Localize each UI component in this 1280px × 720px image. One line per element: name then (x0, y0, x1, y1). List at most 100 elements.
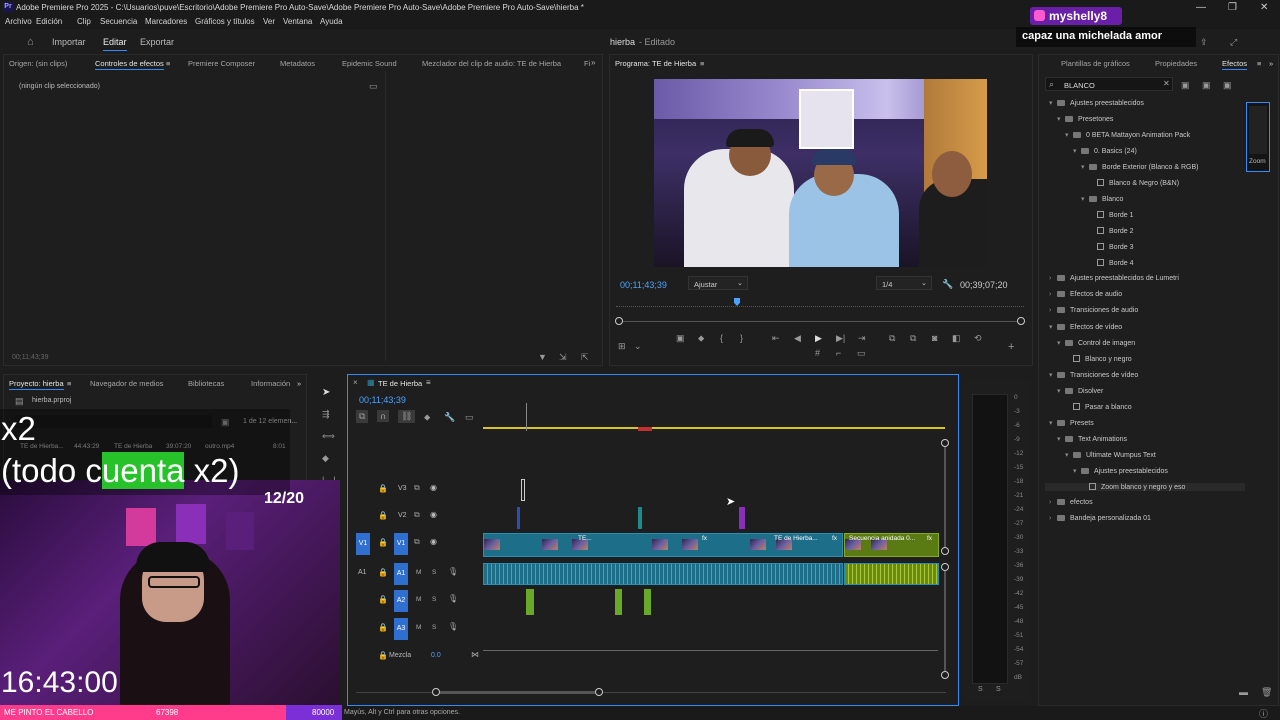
tab-epidemic-sound[interactable]: Epidemic Sound (342, 59, 397, 68)
chevron-down-icon[interactable]: ▾ (1049, 99, 1057, 107)
effect-folder-item[interactable]: ▾ Control de imagen (1057, 339, 1135, 347)
vr-icon[interactable]: ⟲ (974, 333, 982, 344)
project-menu-icon[interactable]: ≡ (67, 379, 71, 388)
chevron-right-icon[interactable]: › (1049, 307, 1057, 314)
eye-icon[interactable]: ◉ (430, 483, 437, 492)
expand-icon[interactable]: ⇱ (581, 352, 589, 363)
v1-nested-clip[interactable]: Secuencia anidada 0... fx (844, 533, 939, 557)
tab-fi[interactable]: Fi (584, 59, 590, 68)
program-ruler[interactable] (616, 301, 1024, 307)
add-button-icon[interactable]: + (1008, 341, 1014, 353)
vertical-zoom-bottom[interactable] (941, 671, 949, 679)
source-patch-a1[interactable]: A1 (358, 569, 367, 576)
lift-icon[interactable]: ▣ (676, 333, 685, 344)
selection-tool-icon[interactable]: ➤ (322, 387, 330, 398)
effect-folder-item[interactable]: ▾ Transiciones de vídeo (1049, 371, 1138, 379)
effect-folder-item[interactable]: ▾ Borde Exterior (Blanco & RGB) (1081, 163, 1198, 171)
tab-exportar[interactable]: Exportar (140, 37, 174, 47)
lock-icon[interactable]: 🔒 (378, 651, 388, 660)
vertical-zoom-top[interactable] (941, 439, 949, 447)
32bit-effects-icon[interactable]: ▣ (1202, 80, 1211, 91)
trash-icon[interactable]: 🗑 (1261, 687, 1272, 698)
zoom-handle-right[interactable] (1017, 317, 1025, 325)
effect-preset-item[interactable]: Blanco & Negro (B&N) (1089, 179, 1179, 187)
tab-bibliotecas[interactable]: Bibliotecas (188, 379, 224, 388)
lock-icon[interactable]: 🔒 (378, 484, 388, 493)
menu-ventana[interactable]: Ventana (283, 17, 312, 26)
linked-selection-icon[interactable]: ⛓ (398, 410, 416, 423)
v3-clip-marker[interactable] (521, 479, 525, 501)
preset-preview[interactable]: Zoom (1246, 102, 1270, 172)
program-timecode[interactable]: 00;11;43;39 (620, 280, 667, 290)
a1-nested-audio[interactable] (844, 563, 939, 585)
solo-button[interactable]: S (432, 624, 436, 631)
tab-navegador-medios[interactable]: Navegador de medios (90, 379, 163, 388)
tab-importar[interactable]: Importar (52, 37, 86, 47)
mix-nav-icon[interactable]: ⋈ (471, 650, 479, 659)
wrench-icon[interactable]: 🔧 (942, 279, 953, 290)
vertical-scroll-track[interactable] (944, 447, 946, 547)
effect-folder-item[interactable]: ▾ Ajustes preestablecidos (1073, 467, 1168, 475)
chevron-down-icon[interactable]: ▾ (1057, 339, 1065, 347)
chevron-down-icon[interactable]: ▾ (1057, 387, 1065, 395)
chevron-right-icon[interactable]: › (1049, 515, 1057, 522)
effect-folder-item[interactable]: ▾ Ultimate Wumpus Text (1065, 451, 1156, 459)
effect-folder-item[interactable]: ▾ Disolver (1057, 387, 1103, 395)
menu-ayuda[interactable]: Ayuda (320, 17, 343, 26)
nest-icon[interactable]: ⧉ (356, 410, 369, 423)
sequence-tab[interactable]: TE de Hierba (378, 379, 422, 388)
chevron-down-icon[interactable]: ▾ (1049, 419, 1057, 427)
tab-premiere-composer[interactable]: Premiere Composer (188, 59, 255, 68)
sequence-menu-icon[interactable]: ≡ (426, 378, 431, 387)
safe-margins-icon[interactable]: ⊞ (618, 341, 626, 352)
effect-folder-item[interactable]: › Efectos de audio (1049, 291, 1122, 298)
track-label-a3[interactable]: A3 (394, 618, 408, 640)
tab-propiedades[interactable]: Propiedades (1155, 59, 1197, 68)
lock-icon[interactable]: 🔒 (378, 623, 388, 632)
tab-editar[interactable]: Editar (103, 37, 127, 51)
compare-icon[interactable]: ◧ (952, 333, 961, 344)
export-frame-icon[interactable]: ⇲ (559, 352, 567, 363)
accelerated-effects-icon[interactable]: ▣ (1181, 80, 1190, 91)
vertical-zoom-mid[interactable] (941, 547, 949, 555)
program-menu-icon[interactable]: ≡ (700, 59, 704, 68)
chevron-down-icon[interactable]: ▾ (1081, 195, 1089, 203)
eye-icon[interactable]: ◉ (430, 537, 437, 546)
overwrite-icon[interactable]: ⧉ (910, 333, 916, 344)
v1-clip[interactable]: TE... fx TE de Hierba... fx (483, 533, 843, 557)
ripple-tool-icon[interactable]: ⟺ (322, 431, 335, 442)
tab-plantillas-graficos[interactable]: Plantillas de gráficos (1061, 59, 1130, 68)
captions-icon[interactable]: ▭ (465, 412, 474, 423)
chevron-right-icon[interactable]: › (1049, 499, 1057, 506)
v2-clip-purple[interactable] (739, 507, 745, 529)
overlay-icon[interactable]: ▭ (857, 348, 866, 359)
close-sequence-icon[interactable]: × (353, 378, 358, 387)
effect-folder-item[interactable]: › Transiciones de audio (1049, 307, 1138, 314)
menu-marcadores[interactable]: Marcadores (145, 17, 187, 26)
video-frame[interactable] (654, 79, 987, 267)
v2-clip-teal[interactable] (638, 507, 642, 529)
tab-controles-efectos[interactable]: Controles de efectos (95, 59, 164, 70)
lock-icon[interactable]: 🔒 (378, 568, 388, 577)
minimize-icon[interactable]: — (1196, 2, 1206, 13)
solo-left-button[interactable]: S (978, 686, 983, 693)
effect-folder-item[interactable]: › Bandeja personalizada 01 (1049, 515, 1151, 522)
solo-right-button[interactable]: S (996, 686, 1001, 693)
microphone-icon[interactable]: 🎙 (448, 622, 458, 631)
sync-lock-icon[interactable]: ⧉ (414, 483, 420, 493)
menu-graficos[interactable]: Gráficos y títulos (195, 17, 255, 26)
lock-icon[interactable]: 🔒 (378, 595, 388, 604)
razor-tool-icon[interactable]: ◆ (322, 453, 329, 464)
a2-clip[interactable] (644, 589, 651, 615)
effect-folder-item[interactable]: › efectos (1049, 499, 1093, 506)
effect-folder-item[interactable]: ▾ Efectos de vídeo (1049, 323, 1122, 331)
quick-export-icon[interactable]: ⇪ (1200, 37, 1208, 48)
menu-clip[interactable]: Clip (77, 17, 91, 26)
effect-preset-item[interactable]: Zoom blanco y negro y eso (1045, 483, 1245, 491)
clear-search-icon[interactable]: ✕ (1163, 79, 1170, 88)
more-tabs-icon[interactable]: » (591, 58, 595, 67)
chevron-down-icon[interactable]: ▾ (1065, 451, 1073, 459)
zoom-bar[interactable] (618, 321, 1022, 322)
effect-folder-item[interactable]: ▾ Presets (1049, 419, 1094, 427)
close-icon[interactable]: ✕ (1260, 2, 1268, 13)
